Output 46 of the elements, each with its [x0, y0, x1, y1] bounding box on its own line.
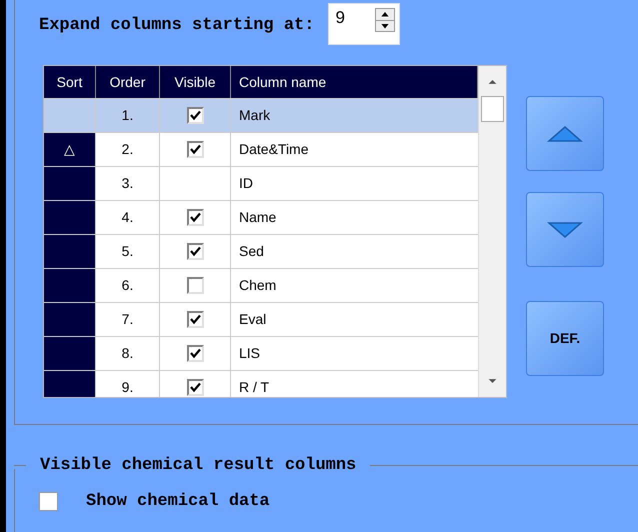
spin-value: 9	[334, 8, 346, 29]
table-row[interactable]: 5. Sed	[44, 234, 478, 268]
up-triangle-icon	[547, 124, 583, 142]
scrollbar[interactable]	[478, 66, 506, 397]
checkbox[interactable]	[186, 209, 204, 226]
table-row[interactable]: 3. ID	[44, 166, 478, 200]
expand-label: Expand columns starting at:	[39, 15, 314, 38]
column-name-cell-text: Mark	[238, 106, 272, 125]
checkbox[interactable]	[186, 141, 204, 158]
order-cell: 9.	[96, 371, 160, 397]
column-name-cell-text: R / T	[238, 378, 270, 397]
group-title: Visible chemical result columns	[39, 455, 358, 477]
table-row[interactable]: △ 2. Date&Time	[44, 132, 478, 166]
sort-cell	[44, 371, 96, 397]
column-name-cell-text: ID	[238, 174, 254, 193]
spin-down-icon[interactable]	[376, 20, 394, 31]
sort-cell: △	[44, 133, 96, 166]
checkbox[interactable]	[186, 311, 204, 328]
table-row[interactable]: 1. Mark	[44, 98, 478, 132]
column-name-cell-text: Eval	[238, 310, 268, 329]
column-name-cell-text: Name	[238, 208, 278, 227]
sort-cell	[44, 167, 96, 200]
sort-cell	[44, 235, 96, 268]
default-button[interactable]: DEF.	[526, 301, 604, 376]
checkbox[interactable]	[186, 277, 204, 294]
table-row[interactable]: 6. Chem	[44, 268, 478, 302]
table-row[interactable]: 8. LIS	[44, 336, 478, 370]
checkbox[interactable]	[186, 107, 204, 124]
down-triangle-icon	[547, 220, 583, 238]
table-row[interactable]: 7. Eval	[44, 302, 478, 336]
checkbox[interactable]	[186, 243, 204, 260]
sort-cell	[44, 269, 96, 302]
sort-cell	[44, 337, 96, 370]
column-name-cell-text: Sed	[238, 242, 265, 261]
table-row[interactable]: 9. R / T	[44, 370, 478, 397]
sort-cell	[44, 201, 96, 234]
column-name-cell-text: LIS	[238, 344, 262, 363]
sort-cell	[44, 303, 96, 336]
checkbox[interactable]	[186, 379, 204, 396]
show-chemical-data-checkbox[interactable]: Show chemical data	[39, 488, 270, 514]
checkbox[interactable]	[186, 345, 204, 362]
scroll-thumb[interactable]	[481, 96, 504, 122]
column-name-cell-text: Date&Time	[238, 140, 310, 159]
table-row[interactable]: 4. Name	[44, 200, 478, 234]
spin-box[interactable]: 9	[328, 3, 400, 45]
column-name-cell-text: Chem	[238, 276, 278, 295]
